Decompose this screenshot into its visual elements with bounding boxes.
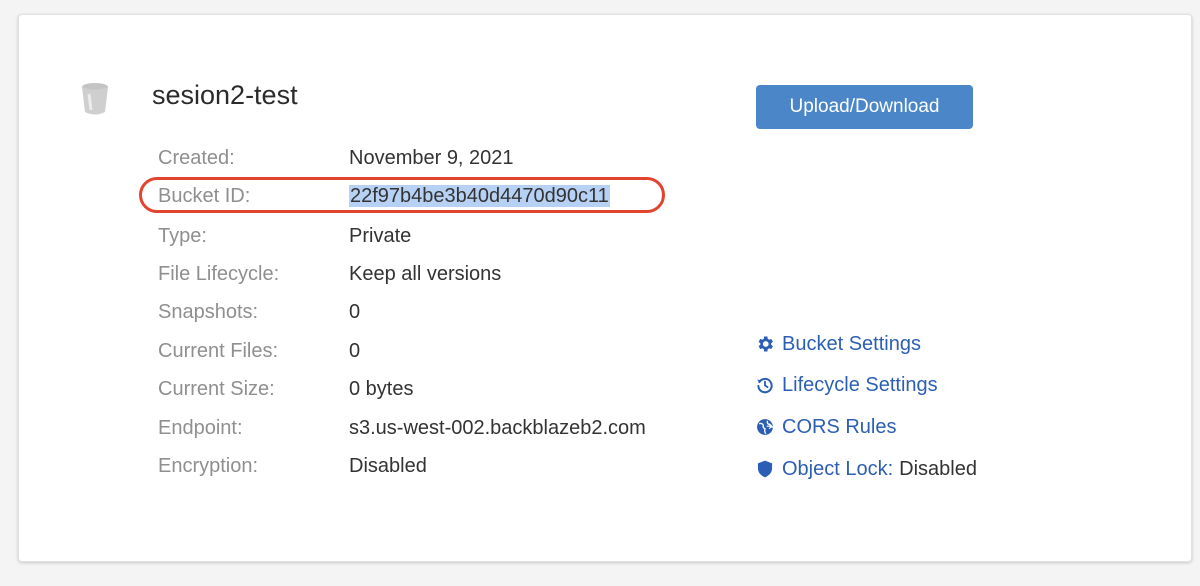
object-lock-row: Object Lock: Disabled — [755, 451, 977, 487]
object-lock-status: Disabled — [899, 458, 977, 480]
created-value: November 9, 2021 — [349, 147, 514, 169]
shield-icon — [757, 460, 773, 478]
endpoint-value: s3.us-west-002.backblazeb2.com — [349, 417, 646, 439]
object-lock-link[interactable]: Object Lock: — [782, 451, 893, 487]
lifecycle-settings-link[interactable]: Lifecycle Settings — [755, 367, 938, 403]
created-label: Created: — [158, 147, 235, 169]
globe-icon — [757, 419, 774, 435]
bucket-icon — [82, 83, 108, 115]
current-files-value: 0 — [349, 340, 361, 362]
file-lifecycle-value: Keep all versions — [349, 263, 502, 285]
lifecycle-settings-label[interactable]: Lifecycle Settings — [782, 367, 938, 403]
bucket-name: sesion2-test — [152, 80, 298, 110]
cors-rules-label[interactable]: CORS Rules — [782, 409, 896, 445]
history-icon — [757, 377, 773, 394]
snapshots-value: 0 — [349, 301, 361, 323]
file-lifecycle-label: File Lifecycle: — [158, 263, 280, 285]
encryption-value: Disabled — [349, 455, 427, 477]
bucket-id-highlight-annotation — [139, 177, 665, 213]
gear-icon — [758, 336, 773, 352]
type-value: Private — [349, 225, 412, 247]
encryption-label: Encryption: — [158, 455, 259, 477]
current-size-label: Current Size: — [158, 378, 275, 400]
cors-rules-link[interactable]: CORS Rules — [755, 409, 896, 445]
bucket-settings-link[interactable]: Bucket Settings — [755, 326, 921, 362]
bucket-settings-label[interactable]: Bucket Settings — [782, 326, 921, 362]
current-files-label: Current Files: — [158, 340, 279, 362]
type-label: Type: — [158, 225, 207, 247]
current-size-value: 0 bytes — [349, 378, 414, 400]
endpoint-label: Endpoint: — [158, 417, 243, 439]
upload-download-button[interactable]: Upload/Download — [756, 85, 973, 129]
snapshots-label: Snapshots: — [158, 301, 259, 323]
